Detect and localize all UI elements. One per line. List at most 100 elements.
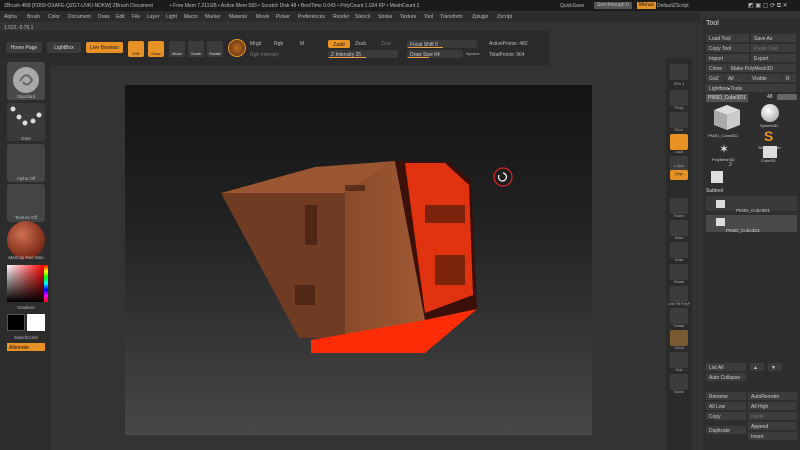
menu-alpha[interactable]: Alpha <box>4 14 17 20</box>
hue-slider[interactable] <box>44 265 48 302</box>
menu-tool[interactable]: Tool <box>424 14 433 20</box>
menu-stencil[interactable]: Stencil <box>355 14 370 20</box>
draw-size-slider[interactable]: Draw Size 64 <box>407 50 463 58</box>
auto-reorder-button[interactable]: AutoReorder <box>748 392 797 400</box>
local-button[interactable] <box>670 134 688 150</box>
draw-button[interactable]: Draw <box>148 41 164 57</box>
menu-zscript[interactable]: Zscript <box>497 14 512 20</box>
ghost-button[interactable] <box>670 330 688 346</box>
menu-preferences[interactable]: Preferences <box>298 14 325 20</box>
see-through-slider[interactable]: See-through 0 <box>594 2 632 9</box>
z-intensity-slider[interactable]: Z Intensity 25 <box>328 50 398 58</box>
menu-document[interactable]: Document <box>68 14 91 20</box>
rename-button[interactable]: Rename <box>706 392 746 400</box>
duplicate-button[interactable]: Duplicate <box>706 426 746 434</box>
solo-button[interactable] <box>670 352 688 368</box>
copy-subtool-button[interactable]: Copy <box>706 412 746 420</box>
menu-edit[interactable]: Edit <box>116 14 125 20</box>
quicksave-button[interactable]: QuickSave <box>560 3 584 9</box>
edit-button[interactable]: Edit <box>128 41 144 57</box>
dynamic-toggle[interactable]: Dynamic <box>466 52 480 56</box>
visible-button[interactable]: Visible <box>749 74 782 82</box>
floor-button[interactable] <box>670 112 688 128</box>
switch-color-button[interactable]: SwitchColor <box>0 335 52 340</box>
rgb-toggle[interactable]: Rgb <box>274 41 283 47</box>
move-view-button[interactable] <box>670 220 688 236</box>
r-button[interactable]: R <box>783 74 796 82</box>
canvas-viewport[interactable] <box>125 85 592 435</box>
menu-marker[interactable]: Marker <box>205 14 221 20</box>
spix-button[interactable] <box>670 64 688 80</box>
arrow-up-icon[interactable]: ▲ <box>750 363 764 371</box>
focal-shift-slider[interactable]: Focal Shift 0 <box>407 40 477 48</box>
arrow-down-icon[interactable]: ▼ <box>768 363 782 371</box>
import-button[interactable]: Import <box>706 54 749 62</box>
menu-layer[interactable]: Layer <box>147 14 160 20</box>
export-button[interactable]: Export <box>751 54 796 62</box>
live-boolean-button[interactable]: Live Boolean <box>86 42 123 53</box>
main-color-swatch[interactable] <box>7 314 25 331</box>
home-page-button[interactable]: Home Page <box>6 42 42 53</box>
auto-collapse-toggle[interactable]: Auto Collapse <box>706 373 746 381</box>
zadd-toggle[interactable]: Zadd <box>328 40 350 48</box>
mrgb-toggle[interactable]: Mrgb <box>250 41 261 47</box>
menu-zplugin[interactable]: Zplugin <box>472 14 488 20</box>
polymesh-icon[interactable]: ✶ <box>719 142 729 156</box>
menu-light[interactable]: Light <box>166 14 177 20</box>
all-button[interactable]: All <box>725 74 748 82</box>
menu-render[interactable]: Render <box>333 14 349 20</box>
goz-button[interactable]: GoZ <box>706 74 724 82</box>
sphere-icon[interactable] <box>761 104 779 122</box>
menu-material[interactable]: Material <box>229 14 247 20</box>
frame-button[interactable] <box>670 198 688 214</box>
menu-stroke[interactable]: Stroke <box>378 14 392 20</box>
menu-color[interactable]: Color <box>48 14 60 20</box>
menu-transform[interactable]: Transform <box>440 14 463 20</box>
rgb-intensity-slider[interactable]: Rgb Intensity <box>250 52 279 58</box>
window-controls[interactable]: ◩ ▣ ▢ ⟳ ⧉ ✕ <box>748 2 788 10</box>
m-toggle[interactable]: M <box>300 41 304 47</box>
menu-brush[interactable]: Brush <box>27 14 40 20</box>
move-button[interactable]: Move <box>169 41 185 57</box>
copy-tool-button[interactable]: Copy Tool <box>706 44 749 52</box>
tool-thumb-cube[interactable] <box>709 102 743 132</box>
all-low-button[interactable]: All Low <box>706 402 746 410</box>
make-polymesh-button[interactable]: Make PolyMesh3D <box>728 64 796 72</box>
transp-button[interactable] <box>670 308 688 324</box>
menu-movie[interactable]: Movie <box>256 14 269 20</box>
menu-draw[interactable]: Draw <box>98 14 110 20</box>
scale-view-button[interactable] <box>670 242 688 258</box>
menus-toggle[interactable]: Menus <box>637 2 657 9</box>
save-as-button[interactable]: Save As <box>751 34 796 42</box>
zsub-toggle[interactable]: Zsub <box>355 41 366 47</box>
all-high-button[interactable]: All High <box>748 402 797 410</box>
material-swatch-icon[interactable] <box>228 39 246 57</box>
color-picker[interactable] <box>7 265 44 302</box>
list-all-button[interactable]: List All <box>706 363 746 371</box>
load-tool-button[interactable]: Load Tool <box>706 34 749 42</box>
zcut-toggle[interactable]: Zcut <box>381 41 391 47</box>
menu-picker[interactable]: Picker <box>276 14 290 20</box>
lightbox-tools-button[interactable]: Lightbox▸Tools <box>706 84 796 92</box>
small-cube-icon[interactable] <box>711 171 723 183</box>
menu-macro[interactable]: Macro <box>184 14 198 20</box>
menu-texture[interactable]: Texture <box>400 14 416 20</box>
clone-button[interactable]: Clone <box>706 64 727 72</box>
menu-file[interactable]: File <box>132 14 140 20</box>
tool-count-slider[interactable] <box>777 94 797 100</box>
cube3d-icon[interactable] <box>763 146 777 158</box>
rotate-button[interactable]: Rotate <box>207 41 223 57</box>
persp-button[interactable] <box>670 90 688 106</box>
default-zscript-button[interactable]: DefaultZScript <box>657 3 689 9</box>
material-thumbnail[interactable] <box>7 221 45 259</box>
append-button[interactable]: Append <box>748 422 797 430</box>
secondary-color-swatch[interactable] <box>27 314 45 331</box>
rotate-view-button[interactable] <box>670 264 688 280</box>
simplebrush-icon[interactable]: S <box>764 128 773 144</box>
alternate-button[interactable]: Alternate <box>7 343 45 351</box>
polyf-button[interactable] <box>670 286 688 302</box>
paste-tool-button[interactable]: Paste Tool <box>751 44 796 52</box>
lightbox-button[interactable]: LightBox <box>47 42 81 53</box>
paste-subtool-button[interactable]: Paste <box>748 412 797 420</box>
insert-button[interactable]: Insert <box>748 432 797 440</box>
